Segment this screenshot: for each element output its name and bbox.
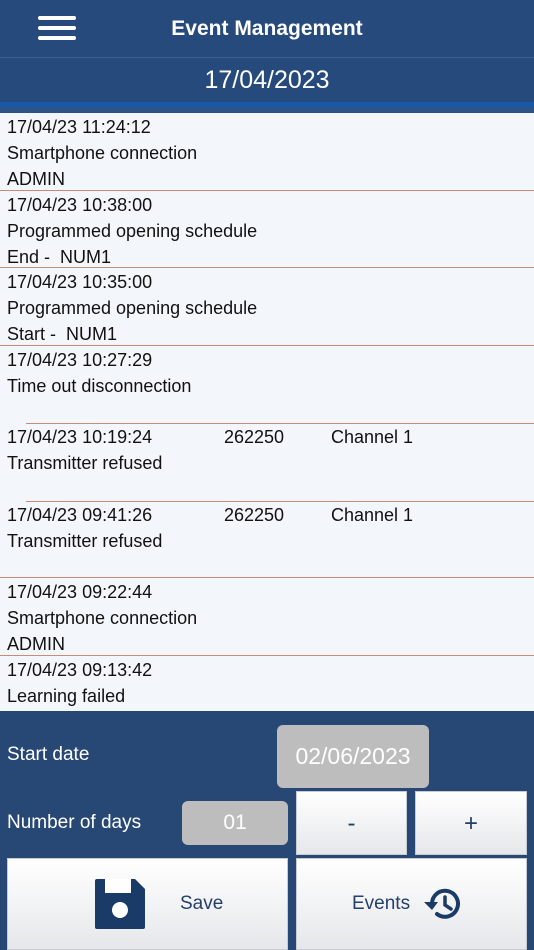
event-timestamp: 17/04/23 10:27:29 bbox=[7, 349, 153, 370]
event-timestamp: 17/04/23 10:35:00 bbox=[7, 272, 153, 292]
save-button[interactable]: Save bbox=[7, 858, 288, 950]
event-description: Transmitter refused bbox=[7, 453, 163, 473]
event-item[interactable]: 17/04/23 11:24:12 Smartphone connection … bbox=[0, 113, 534, 191]
history-icon bbox=[424, 888, 460, 919]
event-item[interactable]: 17/04/23 10:19:24 262250 Channel 1 Trans… bbox=[0, 423, 534, 502]
decrease-days-button[interactable]: - bbox=[296, 791, 407, 855]
current-date: 17/04/2023 bbox=[0, 57, 534, 103]
event-description: Learning failed bbox=[7, 685, 126, 706]
event-description: Programmed opening schedule bbox=[7, 298, 258, 318]
event-detail: Start - NUM1 bbox=[7, 324, 118, 344]
event-timestamp: 17/04/23 11:24:12 bbox=[7, 117, 151, 137]
event-timestamp: 17/04/23 10:19:24 bbox=[7, 427, 153, 447]
event-item[interactable]: 17/04/23 10:27:29 Time out disconnection bbox=[0, 346, 534, 424]
events-button-label: Events bbox=[352, 893, 411, 914]
save-button-label: Save bbox=[180, 893, 224, 914]
event-item[interactable]: 17/04/23 09:22:44 Smartphone connection … bbox=[0, 578, 534, 656]
event-description: Time out disconnection bbox=[7, 375, 192, 396]
transmitter-code: 262250 bbox=[224, 504, 285, 525]
increase-days-button[interactable]: + bbox=[415, 791, 527, 855]
event-item[interactable]: 17/04/23 09:13:42 Learning failed bbox=[0, 656, 534, 712]
event-channel: Channel 1 bbox=[331, 504, 414, 525]
number-of-days-label: Number of days bbox=[7, 812, 142, 833]
start-date-label: Start date bbox=[7, 744, 90, 765]
number-of-days-field[interactable]: 01 bbox=[182, 801, 288, 845]
event-description: Smartphone connection bbox=[7, 143, 198, 163]
event-timestamp: 17/04/23 10:38:00 bbox=[7, 194, 153, 215]
event-item[interactable]: 17/04/23 10:35:00 Programmed opening sch… bbox=[0, 268, 534, 346]
floppy-disk-icon bbox=[95, 879, 145, 929]
transmitter-code: 262250 bbox=[224, 427, 285, 447]
hamburger-menu-icon[interactable] bbox=[38, 14, 76, 42]
app-header: Event Management bbox=[0, 0, 534, 57]
event-description: Programmed opening schedule bbox=[7, 220, 258, 241]
event-channel: Channel 1 bbox=[331, 427, 414, 447]
event-list[interactable]: 17/04/23 11:24:12 Smartphone connection … bbox=[0, 113, 534, 711]
event-detail: ADMIN bbox=[7, 169, 65, 189]
event-item[interactable]: 17/04/23 09:41:26 262250 Channel 1 Trans… bbox=[0, 501, 534, 578]
event-timestamp: 17/04/23 09:22:44 bbox=[7, 582, 153, 602]
page-title: Event Management bbox=[171, 17, 363, 40]
event-description: Smartphone connection bbox=[7, 608, 198, 628]
event-detail: ADMIN bbox=[7, 634, 65, 654]
event-detail: End - NUM1 bbox=[7, 246, 112, 267]
event-description: Transmitter refused bbox=[7, 530, 163, 551]
event-timestamp: 17/04/23 09:41:26 bbox=[7, 504, 153, 525]
event-item[interactable]: 17/04/23 10:38:00 Programmed opening sch… bbox=[0, 191, 534, 268]
filter-controls: Start date 02/06/2023 Number of days 01 … bbox=[0, 711, 534, 950]
events-button[interactable]: Events bbox=[296, 858, 527, 950]
event-timestamp: 17/04/23 09:13:42 bbox=[7, 659, 153, 680]
start-date-field[interactable]: 02/06/2023 bbox=[277, 725, 429, 788]
